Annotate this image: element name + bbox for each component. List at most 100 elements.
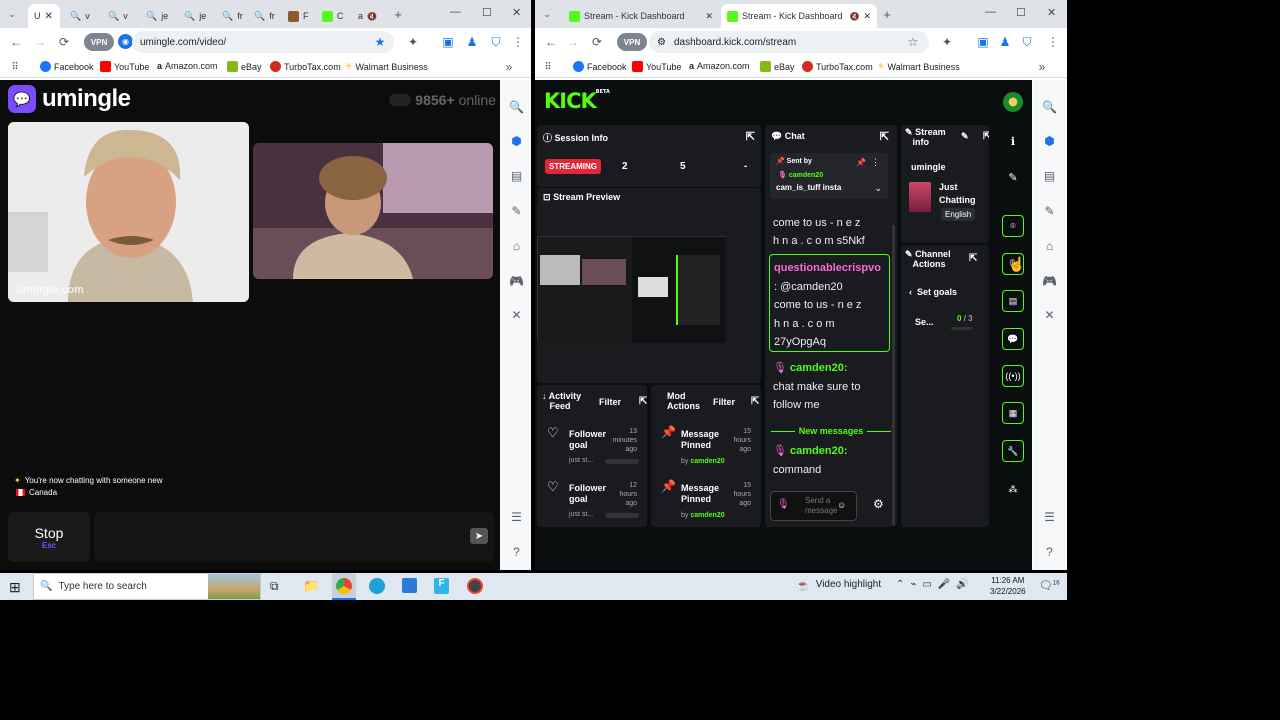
game-icon[interactable]: 🎮 [508,272,525,289]
more-icon[interactable]: ⋮ [871,157,880,168]
chat-input[interactable]: ➤ [94,512,494,562]
settings-sliders-icon[interactable]: ☰ [508,508,525,525]
apps-grid-icon[interactable]: ⠿ [541,60,555,74]
emoji-icon[interactable]: ☺ [837,500,846,510]
note-icon[interactable]: ▤ [1002,290,1024,312]
new-tab-icon[interactable]: + [879,6,895,22]
bookmark-ebay[interactable]: eBay [227,61,262,72]
notification-icon[interactable]: 🗨16 [1039,579,1060,592]
menu-icon[interactable]: ⋮ [510,34,526,50]
unpin-icon[interactable]: 📌 [856,158,866,167]
edit-icon[interactable]: ✎ [961,131,969,142]
document-icon[interactable]: ▤ [1041,167,1058,184]
goal-item[interactable]: Se... [915,317,934,327]
tab-search-chevron-icon[interactable]: ⌄ [4,6,20,22]
close-window-icon[interactable]: ✕ [1047,6,1056,19]
profile-icon[interactable]: ♟ [997,34,1013,50]
store-icon[interactable] [402,578,417,593]
close-tab-icon[interactable]: ✕ [45,11,53,22]
url-field[interactable]: ⚙ dashboard.kick.com/stream [649,31,929,53]
bookmark-facebook[interactable]: Facebook [573,61,627,72]
chat-input[interactable]: 🎙 Send a message ☺ [770,491,857,521]
extensions-icon[interactable]: ✦ [405,34,421,50]
tools-icon[interactable]: ✕ [508,306,525,323]
tab-kick-dashboard-2[interactable]: Stream - Kick Dashboard 🔇 ✕ [721,4,877,28]
chat-scrollbar[interactable] [892,225,895,525]
popout-icon[interactable]: ⇱ [983,131,989,142]
edit-icon[interactable]: ✎ [508,202,525,219]
close-tab-icon[interactable]: ✕ [863,11,871,22]
broadcast-icon[interactable]: ((•)) [1002,365,1024,387]
popout-icon[interactable]: ⇱ [880,130,889,143]
tab-3[interactable]: 🔍 v [102,4,138,28]
sidebar-icon[interactable]: ▣ [975,34,991,50]
category-name[interactable]: Just Chatting [939,181,976,207]
bookmark-turbotax[interactable]: TurboTax.com [270,61,341,72]
search-icon[interactable]: 🔍 [1041,98,1058,115]
edit-icon[interactable]: ✎ [1002,166,1024,188]
more-bookmarks-icon[interactable]: » [1035,60,1049,74]
tab-4[interactable]: 🔍 je [140,4,176,28]
bookmark-walmart[interactable]: ✳ Walmart Business [877,61,960,72]
info-icon[interactable]: ℹ [1002,130,1024,152]
tray-icons[interactable]: ⌃⌁▭🎤🔊 [896,579,975,590]
tag-icon[interactable]: ⌂ [508,237,525,254]
tab-10[interactable]: a 🔇 [352,4,388,28]
forward-icon[interactable]: → [565,34,581,50]
bookmark-turbotax[interactable]: TurboTax.com [802,61,873,72]
clock[interactable]: 11:26 AM 3/22/2026 [990,575,1026,597]
file-explorer-icon[interactable]: 📁 [303,578,319,594]
chat-message[interactable]: 🎙 camden20: chat make sure to follow me [773,359,860,415]
bookmark-walmart[interactable]: ✳ Walmart Business [345,61,428,72]
tools-icon[interactable]: ✕ [1041,306,1058,323]
chat-settings-gear-icon[interactable]: ⚙ [873,497,884,511]
video-highlight-widget[interactable]: ☕ Video highlight [796,579,881,592]
activity-item[interactable]: ♡ Follower goal just st... 12 hours ago [547,479,647,525]
bookmark-ebay[interactable]: eBay [760,61,795,72]
popout-icon[interactable]: ⇱ [746,130,755,143]
chat-message[interactable]: come to us - n e zh n a . c o m s5Nkf [773,214,865,250]
mod-filter-button[interactable]: Filter [713,397,735,407]
close-window-icon[interactable]: ✕ [512,6,521,19]
vpn-icon[interactable]: VPN [84,33,114,51]
recorder-icon[interactable] [467,578,483,594]
bookmark-facebook[interactable]: Facebook [40,61,94,72]
set-goals-back-button[interactable]: ‹ Set goals [909,287,957,297]
tab-7[interactable]: 🔍 fr [248,4,284,28]
game-icon[interactable]: 🎮 [1041,272,1058,289]
back-icon[interactable]: ← [543,34,559,50]
clip-icon[interactable]: ⌾ [1002,215,1024,237]
send-icon[interactable]: ➤ [470,528,488,544]
tab-6[interactable]: 🔍 fr [216,4,252,28]
more-dots-icon[interactable]: ⁂ [1002,478,1024,500]
bookmark-amazon[interactable]: a Amazon.com [689,61,750,71]
start-icon[interactable]: ⊞ [9,579,21,596]
activity-filter-button[interactable]: Filter [599,397,621,407]
tab-umingle[interactable]: U ✕ [28,4,60,28]
highlighted-chat-message[interactable]: questionablecrispvo : @camden20 come to u… [769,254,890,352]
tab-9[interactable]: C [316,4,352,28]
umingle-logo[interactable]: 💬 umingle [8,85,131,113]
pinned-message[interactable]: 📌 Sent by 🎙 camden20 cam_is_tuff insta 📌… [770,153,888,199]
shield-icon[interactable]: ⛉ [1019,34,1035,50]
popout-icon[interactable]: ⇱ [969,253,977,264]
edge-icon[interactable] [369,578,385,594]
document-icon[interactable]: ▤ [508,167,525,184]
search-icon[interactable]: 🔍 [508,98,525,115]
chat-message[interactable]: 🎙 camden20: command [773,442,848,479]
bookmark-amazon[interactable]: a Amazon.com [157,61,218,71]
mute-icon[interactable]: 🔇 [849,12,859,21]
copilot-icon[interactable]: ⬢ [508,132,525,149]
stop-button[interactable]: Stop Esc [8,512,90,562]
activity-item[interactable]: ♡ Follower goal just st... 13 minutes ago [547,425,647,471]
minimize-icon[interactable]: — [450,6,461,18]
url-field[interactable]: umingle.com/video/ [132,31,394,53]
popout-icon[interactable]: ⇱ [751,396,759,407]
wrench-icon[interactable]: 🔧 [1002,440,1024,462]
extensions-icon[interactable]: ✦ [939,34,955,50]
help-icon[interactable]: ? [1041,543,1058,560]
taskbar-search[interactable]: 🔍 Type here to search [33,573,261,600]
avatar[interactable] [1003,92,1023,112]
help-icon[interactable]: ? [508,543,525,560]
bookmark-youtube[interactable]: YouTube [100,61,149,72]
